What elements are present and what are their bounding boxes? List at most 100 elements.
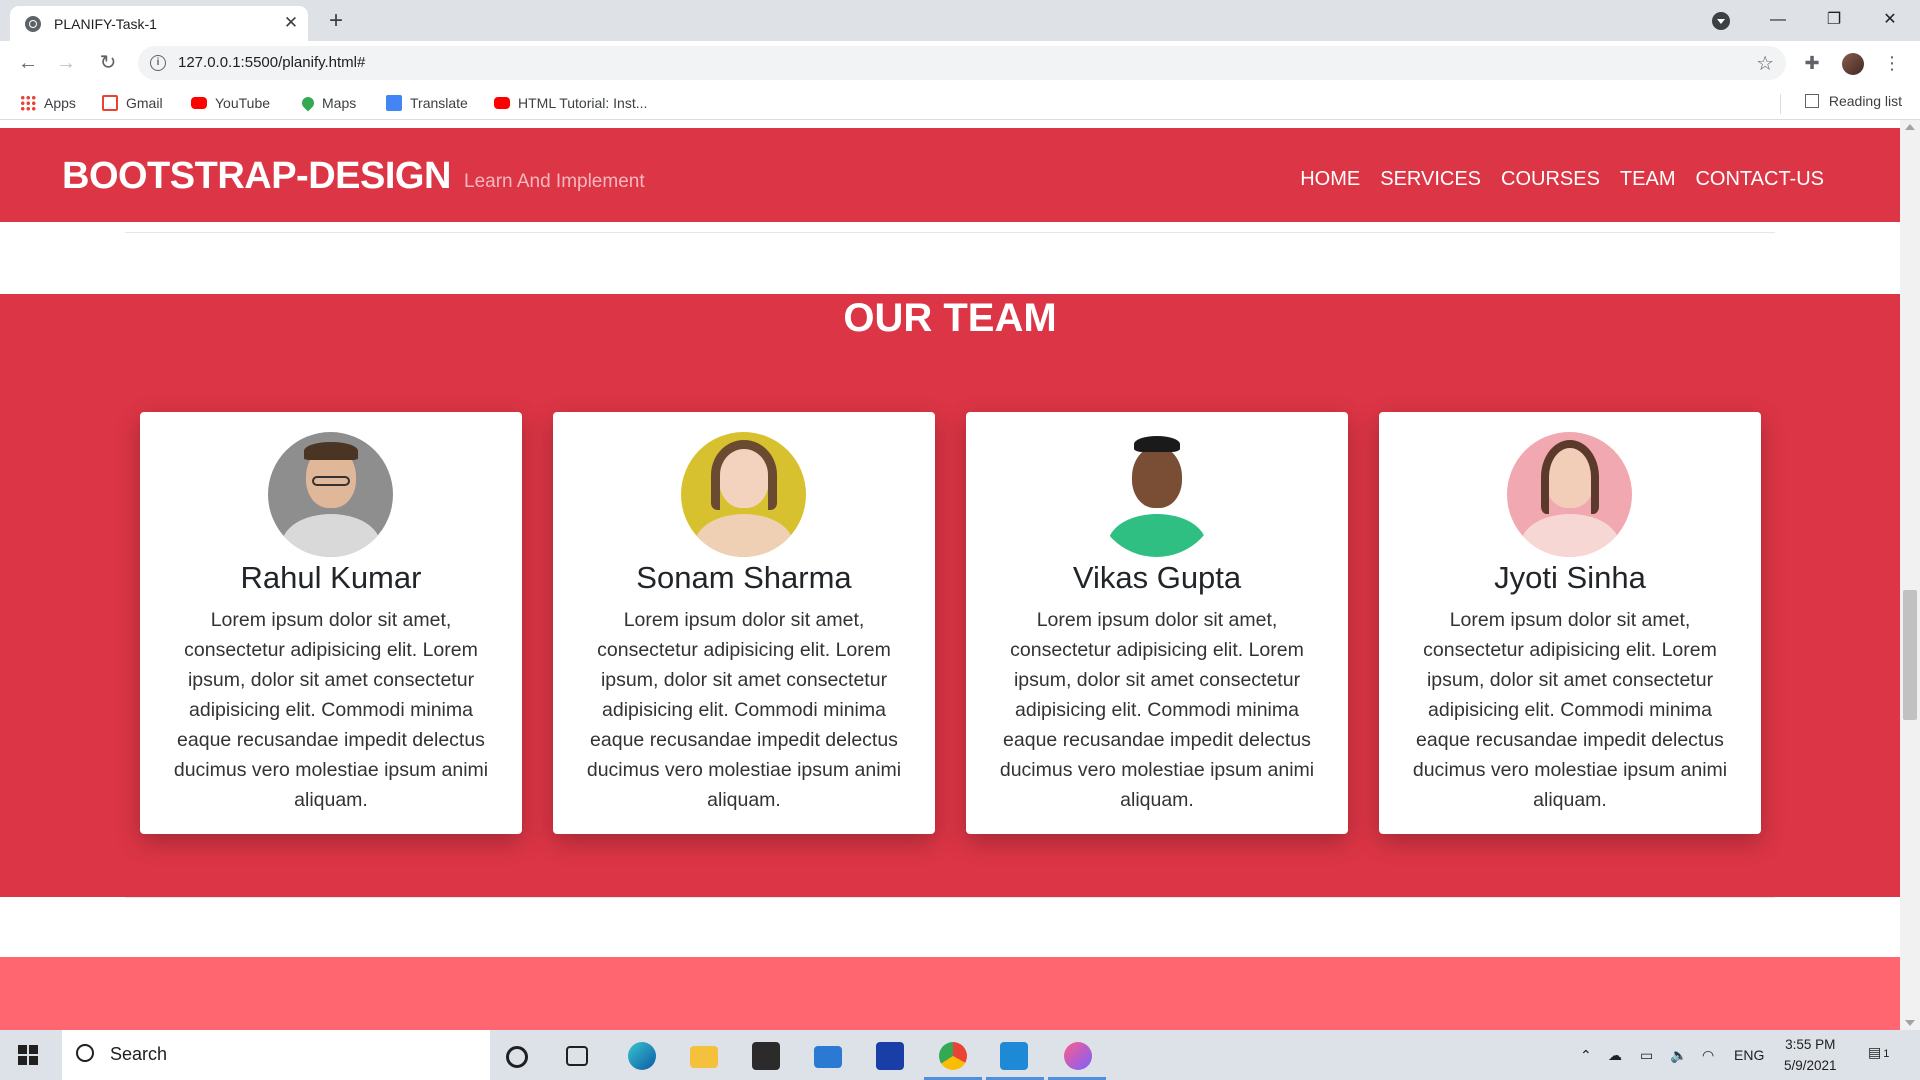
clock-time: 3:55 PM — [1785, 1037, 1836, 1052]
url-text[interactable]: 127.0.0.1:5500/planify.html# — [178, 54, 365, 71]
site-navbar: BOOTSTRAP-DESIGN Learn And Implement HOM… — [0, 128, 1900, 222]
divider — [125, 897, 1775, 898]
close-tab-icon[interactable]: ✕ — [280, 12, 302, 34]
divider — [125, 232, 1775, 233]
taskbar-clock[interactable]: 3:55 PM 5/9/2021 — [1784, 1034, 1837, 1076]
browser-toolbar: ← → ↻ i 127.0.0.1:5500/planify.html# ☆ ✚… — [0, 41, 1920, 86]
task-view-icon[interactable] — [566, 1046, 588, 1066]
team-section: OUR TEAM Rahul Kumar Lorem ipsum dolor s… — [0, 294, 1900, 897]
wifi-icon[interactable]: ◠ — [1702, 1047, 1714, 1064]
edge-browser-icon[interactable] — [628, 1042, 656, 1070]
battery-icon[interactable]: ▭ — [1640, 1047, 1653, 1064]
member-name: Rahul Kumar — [240, 560, 422, 595]
bookmark-maps[interactable]: Maps — [299, 93, 357, 113]
reading-list-label: Reading list — [1828, 93, 1902, 109]
restore-icon[interactable]: ❐ — [1820, 6, 1848, 34]
tab-title: PLANIFY-Task-1 — [54, 16, 157, 32]
app-icon[interactable] — [876, 1042, 904, 1070]
reading-list-icon — [1804, 94, 1819, 108]
new-tab-button[interactable]: + — [322, 8, 350, 36]
bookmark-star-icon[interactable]: ☆ — [1756, 51, 1774, 76]
menu-dots-icon[interactable]: ⋮ — [1880, 51, 1904, 75]
bookmark-gmail[interactable]: Gmail — [102, 93, 163, 113]
nav-services[interactable]: SERVICES — [1380, 168, 1481, 191]
scroll-down-arrow-icon[interactable] — [1905, 1020, 1915, 1026]
bookmark-label: YouTube — [215, 95, 271, 111]
scroll-thumb[interactable] — [1903, 590, 1917, 720]
member-name: Jyoti Sinha — [1494, 560, 1646, 595]
page-scrollbar[interactable] — [1900, 120, 1920, 1030]
member-description: Lorem ipsum dolor sit amet, consectetur … — [173, 609, 489, 811]
onedrive-icon[interactable]: ☁ — [1608, 1047, 1622, 1064]
team-cards: Rahul Kumar Lorem ipsum dolor sit amet, … — [140, 412, 1761, 834]
avatar-photo — [1094, 432, 1219, 557]
avatar-photo — [1507, 432, 1632, 557]
search-placeholder: Search — [110, 1044, 168, 1064]
tab-search-icon[interactable] — [1712, 12, 1730, 30]
info-icon[interactable]: i — [150, 55, 166, 71]
volume-icon[interactable]: 🔈 — [1670, 1047, 1687, 1064]
team-card-jyoti: Jyoti Sinha Lorem ipsum dolor sit amet, … — [1379, 412, 1761, 834]
close-window-icon[interactable]: ✕ — [1876, 6, 1904, 34]
member-description: Lorem ipsum dolor sit amet, consectetur … — [586, 609, 902, 811]
forward-icon[interactable]: → — [52, 49, 80, 77]
notification-icon[interactable]: ▤ 1 — [1868, 1044, 1889, 1061]
gmail-icon — [102, 95, 118, 111]
bookmarks-bar: Apps Gmail YouTube Maps Translate HTML T… — [0, 86, 1920, 120]
windows-start-icon[interactable] — [18, 1045, 38, 1065]
bookmark-apps[interactable]: Apps — [20, 93, 76, 113]
nav-team[interactable]: TEAM — [1620, 168, 1676, 191]
avatar-photo — [268, 432, 393, 557]
paint-icon[interactable] — [1064, 1042, 1092, 1070]
youtube-icon — [494, 97, 510, 109]
bookmark-translate[interactable]: Translate — [386, 93, 468, 113]
bookmark-label: Apps — [44, 95, 76, 111]
language-indicator[interactable]: ENG — [1734, 1047, 1764, 1063]
nav-contact-us[interactable]: CONTACT-US — [1695, 168, 1824, 191]
minimize-icon[interactable]: — — [1764, 6, 1792, 34]
nav-links: HOME SERVICES COURSES TEAM CONTACT-US — [1300, 168, 1824, 191]
vscode-icon[interactable] — [1000, 1042, 1028, 1070]
windows-taskbar: Search ⌃ ☁ ▭ 🔈 ◠ ENG 3:55 PM 5/9/2021 ▤ 1 — [0, 1030, 1920, 1080]
scroll-up-arrow-icon[interactable] — [1905, 124, 1915, 130]
bookmark-label: Gmail — [126, 95, 163, 111]
nav-courses[interactable]: COURSES — [1501, 168, 1600, 191]
profile-avatar[interactable] — [1842, 53, 1864, 75]
search-icon — [76, 1044, 94, 1062]
avatar-photo — [681, 432, 806, 557]
member-description: Lorem ipsum dolor sit amet, consectetur … — [999, 609, 1315, 811]
bookmark-label: Translate — [410, 95, 468, 111]
reading-list-button[interactable]: Reading list — [1804, 93, 1902, 109]
file-explorer-icon[interactable] — [690, 1046, 718, 1068]
cortana-icon[interactable] — [506, 1046, 528, 1068]
globe-icon — [25, 16, 41, 32]
page-viewport: BOOTSTRAP-DESIGN Learn And Implement HOM… — [0, 120, 1920, 1030]
clock-date: 5/9/2021 — [1784, 1058, 1837, 1073]
bookmark-youtube[interactable]: YouTube — [191, 93, 270, 113]
browser-tab-strip: PLANIFY-Task-1 ✕ + — ❐ ✕ — [0, 0, 1920, 41]
notification-count: 1 — [1883, 1048, 1890, 1060]
store-icon[interactable] — [752, 1042, 780, 1070]
translate-icon — [386, 95, 402, 111]
chrome-icon[interactable] — [939, 1042, 967, 1070]
site-brand[interactable]: BOOTSTRAP-DESIGN — [62, 155, 451, 198]
team-card-vikas: Vikas Gupta Lorem ipsum dolor sit amet, … — [966, 412, 1348, 834]
address-bar[interactable]: i 127.0.0.1:5500/planify.html# ☆ — [138, 46, 1786, 80]
mail-icon[interactable] — [814, 1046, 842, 1068]
taskbar-search[interactable]: Search — [62, 1030, 490, 1080]
reload-icon[interactable]: ↻ — [94, 49, 122, 77]
extensions-icon[interactable]: ✚ — [1800, 51, 1824, 75]
tray-chevron-icon[interactable]: ⌃ — [1580, 1047, 1592, 1064]
team-card-rahul: Rahul Kumar Lorem ipsum dolor sit amet, … — [140, 412, 522, 834]
browser-tab[interactable]: PLANIFY-Task-1 ✕ — [10, 6, 308, 41]
maps-pin-icon — [299, 94, 317, 112]
member-name: Vikas Gupta — [1072, 560, 1242, 595]
bookmark-label: Maps — [322, 95, 357, 111]
bookmark-html-tutorial[interactable]: HTML Tutorial: Inst... — [494, 93, 647, 113]
bookmark-label: HTML Tutorial: Inst... — [518, 95, 648, 111]
member-name: Sonam Sharma — [636, 560, 852, 595]
site-tagline: Learn And Implement — [464, 171, 645, 192]
back-icon[interactable]: ← — [14, 49, 42, 77]
nav-home[interactable]: HOME — [1300, 168, 1360, 191]
bookmarks-separator — [1780, 94, 1781, 114]
